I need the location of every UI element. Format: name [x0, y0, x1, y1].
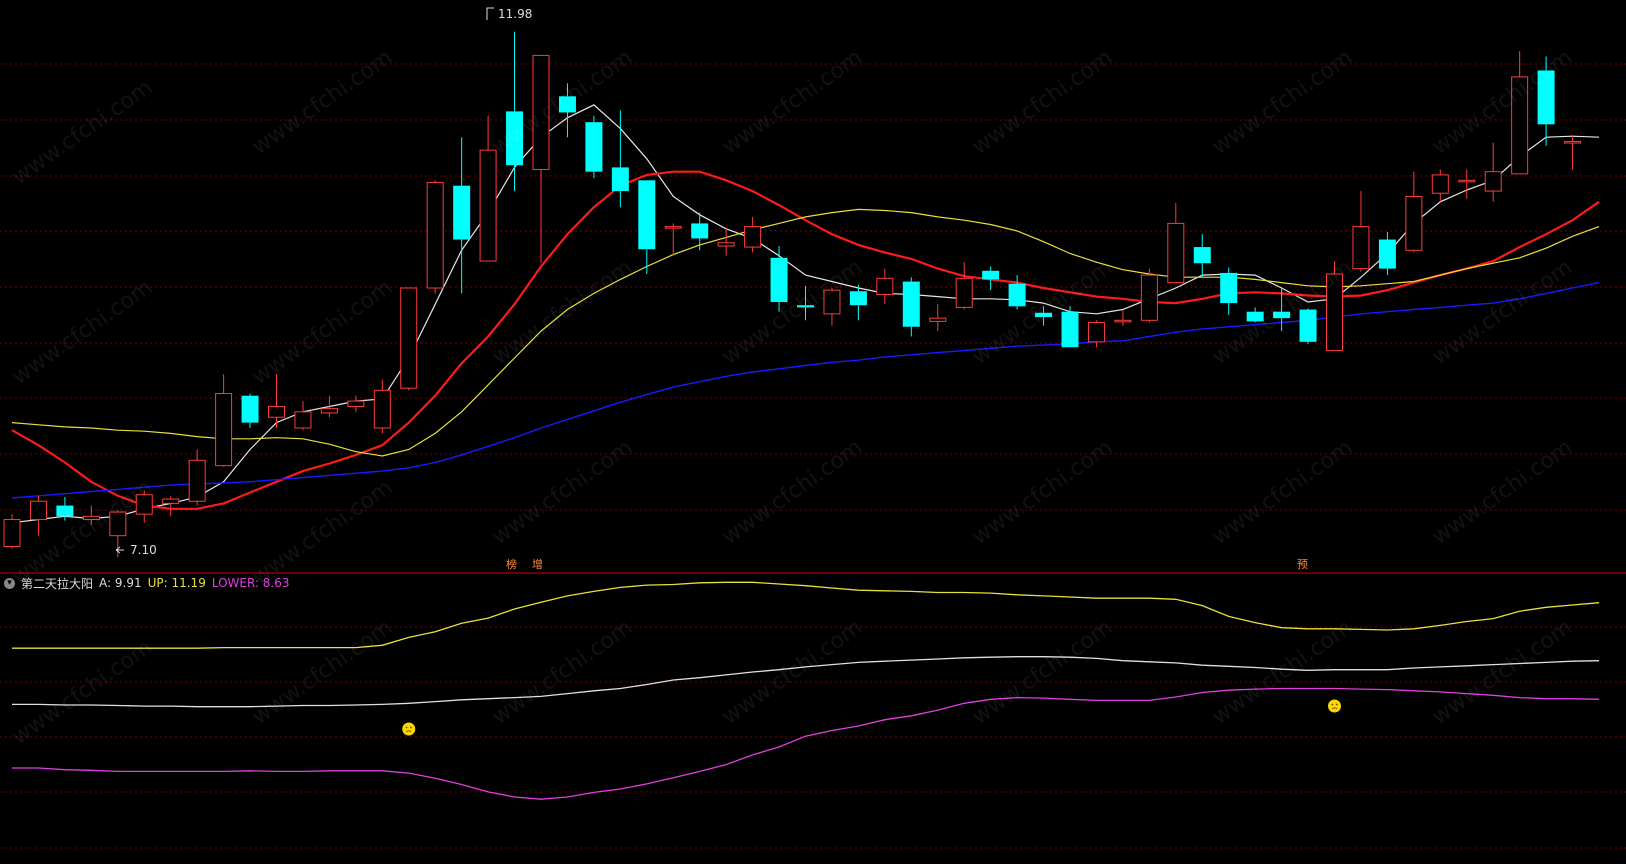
candle	[3, 514, 21, 549]
candle-body-up	[1405, 195, 1423, 251]
indicator-header: ▾ 第二天拉大阳 A: 9.91 UP: 11.19 LOWER: 8.63	[4, 575, 290, 591]
candle-body-up	[876, 277, 894, 295]
candle-body-up	[1431, 174, 1449, 194]
chevron-down-icon[interactable]: ▾	[4, 577, 15, 589]
candle-body-down	[453, 185, 471, 240]
candle-body-down	[1061, 311, 1079, 348]
smiley-eye	[405, 726, 408, 729]
candle-body-up	[188, 459, 206, 502]
indicator-lower-value: LOWER: 8.63	[211, 576, 290, 590]
candle-body-up	[1114, 319, 1132, 323]
candle-body-up	[294, 411, 312, 429]
candle-body-down	[691, 223, 709, 239]
candle-body-up	[1352, 226, 1370, 270]
smiley-eye	[1335, 703, 1338, 706]
candle-body-down	[797, 305, 814, 308]
candle-body-up	[373, 389, 391, 429]
candle-body-up	[1458, 179, 1476, 183]
candle-body-up	[1484, 171, 1502, 192]
candle-body-up	[320, 408, 338, 414]
candle-body-up	[400, 287, 418, 389]
candle	[1061, 306, 1079, 348]
smiley-face	[402, 722, 416, 736]
candle-body-down	[241, 395, 259, 423]
candle-body-up	[268, 405, 285, 418]
smiley-face	[1328, 699, 1341, 713]
candle-body-up	[1511, 76, 1529, 175]
candle-body-up	[347, 400, 365, 407]
high-label: 11.98	[498, 7, 532, 21]
indicator-up-value: UP: 11.19	[147, 576, 206, 590]
candle-body-down	[1193, 247, 1211, 264]
candle-body-down	[1246, 311, 1264, 322]
candle	[585, 115, 603, 179]
candle-body-down	[982, 270, 1000, 280]
candle	[400, 287, 418, 391]
candle-body-up	[479, 149, 497, 262]
candle	[1299, 308, 1317, 344]
marker-yu: 预	[1297, 558, 1308, 571]
candle	[426, 180, 444, 294]
candle-body-up	[823, 289, 841, 315]
smiley-eye	[1331, 703, 1334, 706]
marker-bang: 榜	[504, 558, 519, 572]
candle-body-up	[162, 498, 180, 504]
candle-body-up	[135, 494, 153, 515]
indicator-name: 第二天拉大阳	[21, 576, 94, 591]
candle-body-up	[1140, 274, 1158, 321]
candle-body-down	[902, 281, 920, 327]
candle-body-up	[929, 317, 947, 322]
stock-chart: 11.98 7.10	[0, 0, 1626, 864]
candle	[1326, 261, 1343, 351]
candle-body-down	[1220, 272, 1238, 304]
low-label: 7.10	[130, 543, 157, 557]
candle-body-down	[770, 257, 788, 302]
candle-body-up	[1326, 273, 1343, 351]
candle-body-down	[1008, 283, 1026, 307]
candle-body-up	[29, 500, 47, 521]
candle-body-up	[82, 515, 100, 521]
candle-body-up	[3, 519, 21, 547]
candle	[1140, 268, 1158, 323]
candle-body-up	[955, 277, 973, 308]
candle-body-up	[664, 226, 682, 229]
candle-body-down	[849, 291, 867, 306]
candle-body-down	[638, 180, 656, 250]
candle-body-down	[506, 111, 524, 166]
smiley-icon	[1328, 699, 1341, 713]
candle-body-up	[215, 393, 233, 467]
candle-body-down	[1273, 311, 1291, 319]
candle-body-up	[717, 242, 735, 247]
marker-zeng: 增	[532, 558, 543, 571]
candle-body-up	[426, 181, 444, 289]
candle-body-down	[1035, 312, 1053, 318]
candle-body-up	[532, 54, 550, 171]
candle-body-up	[1167, 222, 1185, 284]
indicator-a-value: A: 9.91	[99, 576, 142, 590]
smiley-eye	[410, 726, 412, 729]
candle-body-down	[1378, 239, 1396, 269]
candle-body-up	[1087, 321, 1105, 343]
candle-body-up	[109, 511, 127, 537]
smiley-icon	[402, 722, 416, 736]
candle-body-down	[1299, 309, 1317, 342]
candle-body-down	[1537, 70, 1555, 125]
candle-body-down	[585, 122, 603, 172]
candle-body-up	[1564, 141, 1582, 144]
candle-body-down	[558, 96, 576, 113]
candle-body-up	[744, 226, 762, 248]
candle-body-down	[611, 167, 629, 192]
candle-body-down	[56, 505, 74, 517]
